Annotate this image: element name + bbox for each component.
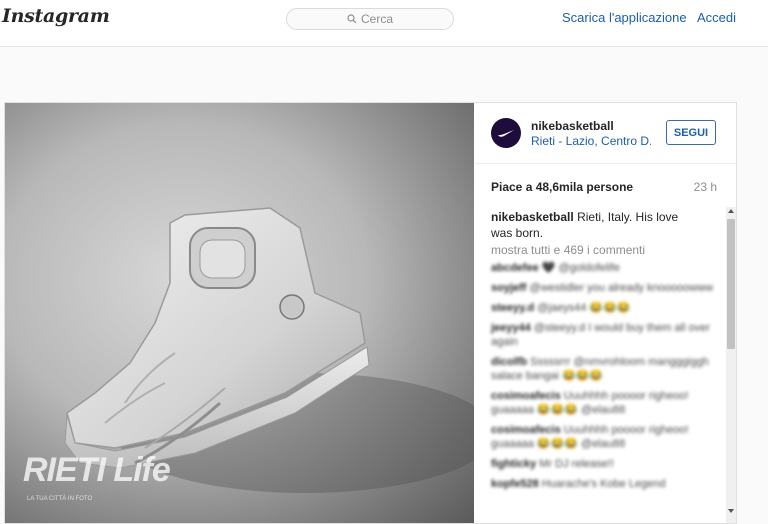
avatar[interactable]: [491, 118, 521, 148]
comment-item: jeeyy44 @steeyy.d I would buy them all o…: [491, 321, 721, 349]
comment-user[interactable]: jeeyy44: [491, 322, 531, 334]
download-app-link[interactable]: Scarica l'applicazione: [562, 10, 687, 25]
scroll-down-icon[interactable]: [728, 509, 734, 513]
view-all-comments-link[interactable]: mostra tutti e 469 i commenti: [491, 243, 645, 257]
comment-item: abcdefee 🖤 @goldofelife: [491, 261, 721, 275]
comments-scrollbar[interactable]: [726, 207, 736, 523]
comment-text: @westidler you already knooooowww: [529, 282, 714, 294]
comment-item: cosimoafecis Uuuhhhh poooor righeoo! gua…: [491, 389, 721, 417]
comment-user[interactable]: kopfe528: [491, 478, 539, 490]
comment-text: @jaeys44 😂😂😂: [537, 302, 631, 314]
comment-item: steeyy.d @jaeys44 😂😂😂: [491, 301, 721, 315]
post-caption: nikebasketball Rieti, Italy. His love wa…: [491, 209, 691, 241]
comment-user[interactable]: cosimoafecis: [491, 390, 561, 402]
comment-item: dicolfb Sssssrrr @nmvrohloom mangggiggh …: [491, 355, 721, 383]
login-link[interactable]: Accedi: [697, 10, 736, 25]
watermark-tagline: LA TUA CITTÀ IN FOTO: [27, 496, 93, 502]
comment-text: Huarache's Kobe Legend: [541, 478, 666, 490]
comment-item: cosimoafecis Uuuhhhh poooor righeoo! gua…: [491, 423, 721, 451]
comment-user[interactable]: steeyy.d: [491, 302, 534, 314]
post-photo[interactable]: RIETI Life LA TUA CITTÀ IN FOTO: [5, 103, 474, 523]
comment-text: Mr DJ release!!: [539, 458, 614, 470]
top-bar: Instagram Cerca Scarica l'applicazione A…: [0, 0, 768, 47]
watermark-logo: RIETI Life: [23, 451, 171, 489]
likes-count[interactable]: Piace a 48,6mila persone: [491, 180, 633, 194]
username-link[interactable]: nikebasketball: [531, 119, 614, 133]
comment-user[interactable]: abcdefee: [491, 262, 539, 274]
search-input[interactable]: Cerca: [286, 8, 454, 30]
comment-user[interactable]: soyjeff: [491, 282, 526, 294]
swoosh-icon: [498, 130, 514, 137]
scroll-thumb[interactable]: [727, 219, 735, 349]
caption-username[interactable]: nikebasketball: [491, 210, 574, 224]
post-card: RIETI Life LA TUA CITTÀ IN FOTO nikebask…: [4, 102, 737, 524]
comment-item: kopfe528 Huarache's Kobe Legend: [491, 477, 721, 491]
post-time: 23 h: [693, 180, 717, 194]
location-link[interactable]: Rieti - Lazio, Centro D...: [531, 134, 651, 148]
instagram-logo[interactable]: Instagram: [2, 5, 110, 27]
scroll-up-icon[interactable]: [728, 209, 734, 213]
search-placeholder: Cerca: [360, 12, 393, 26]
comments-list: abcdefee 🖤 @goldofelife soyjeff @westidl…: [491, 261, 721, 497]
comment-item: soyjeff @westidler you already knoooooww…: [491, 281, 721, 295]
comment-item: fighticky Mr DJ release!!: [491, 457, 721, 471]
post-sidebar: nikebasketball Rieti - Lazio, Centro D..…: [475, 103, 736, 523]
comment-user[interactable]: fighticky: [491, 458, 536, 470]
search-icon: [347, 14, 357, 24]
comment-text: 🖤 @goldofelife: [541, 262, 620, 274]
follow-button[interactable]: SEGUI: [666, 120, 716, 145]
comment-user[interactable]: dicolfb: [491, 356, 527, 368]
post-header: nikebasketball Rieti - Lazio, Centro D..…: [475, 103, 736, 164]
comment-user[interactable]: cosimoafecis: [491, 424, 561, 436]
